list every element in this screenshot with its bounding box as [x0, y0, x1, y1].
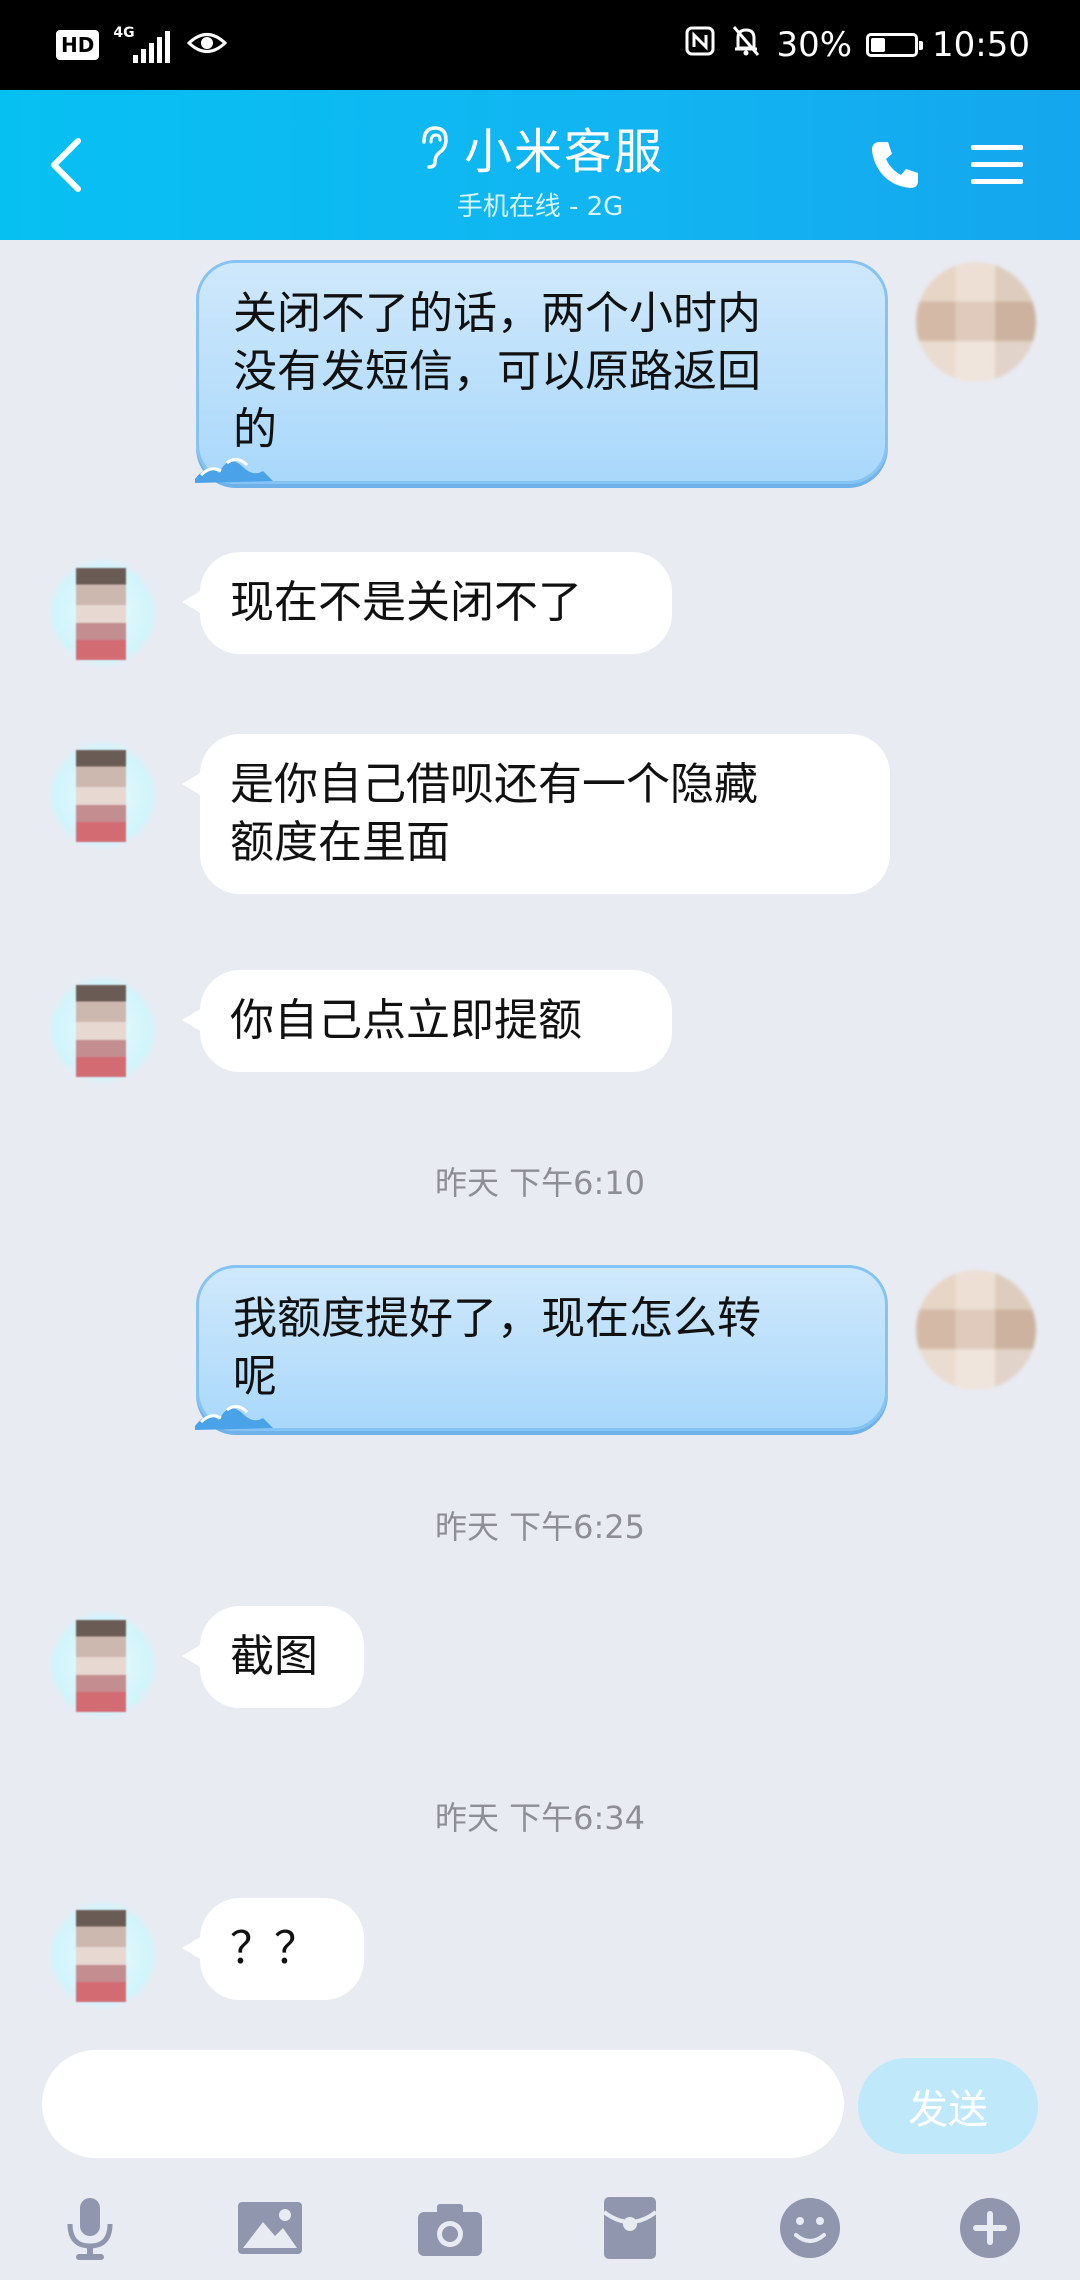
agent-avatar[interactable]	[48, 1900, 158, 2010]
message-line: 截图	[230, 1631, 318, 1682]
message-bubble-self[interactable]: 我额度提好了，现在怎么转 呢	[195, 1265, 888, 1431]
image-button[interactable]	[230, 2188, 310, 2268]
contact-name: 小米客服	[463, 124, 664, 180]
red-packet-icon	[602, 2197, 658, 2259]
voice-button[interactable]	[50, 2188, 130, 2268]
battery-level	[871, 38, 885, 52]
ear-icon	[422, 126, 448, 169]
nfc-icon	[684, 25, 716, 66]
input-toolbar	[0, 2170, 1080, 2280]
microphone-icon	[67, 2198, 113, 2260]
message-line: 呢	[233, 1351, 277, 1402]
agent-avatar[interactable]	[48, 975, 158, 1085]
battery-percent: 30%	[776, 25, 853, 65]
timestamp: 昨天 下午6:34	[434, 1799, 646, 1837]
message-bubble-self[interactable]: 关闭不了的话，两个小时内 没有发短信，可以原路返回 的	[195, 260, 888, 484]
send-button[interactable]: 发送	[858, 2058, 1038, 2154]
message-input[interactable]	[42, 2050, 844, 2158]
mute-bell-icon	[730, 24, 762, 67]
wave-decoration-icon	[195, 1405, 273, 1430]
image-icon	[238, 2202, 302, 2254]
message-bubble-agent[interactable]: ？？	[182, 1898, 364, 2000]
message-line: 现在不是关闭不了	[230, 577, 582, 628]
chat-header: 小米客服 手机在线 - 2G	[0, 90, 1080, 240]
message-line: 你自己点立即提额	[230, 995, 582, 1046]
message-line: ？？	[230, 1923, 318, 1974]
self-avatar[interactable]	[916, 262, 1036, 382]
message-line: 没有发短信，可以原路返回	[233, 346, 761, 397]
menu-icon	[971, 145, 1023, 184]
signal-icon: 4G	[113, 25, 173, 65]
emoji-button[interactable]	[770, 2188, 850, 2268]
message-bubble-agent[interactable]: 截图	[182, 1606, 364, 1708]
agent-avatar[interactable]	[48, 1610, 158, 1720]
message-line: 的	[233, 404, 277, 455]
status-bar: HD 4G 30% 10:50	[0, 0, 1080, 90]
battery-icon	[866, 33, 924, 57]
message-line: 我额度提好了，现在怎么转	[233, 1293, 761, 1344]
red-packet-button[interactable]	[590, 2188, 670, 2268]
emoji-icon	[780, 2198, 840, 2258]
timestamp: 昨天 下午6:10	[434, 1164, 646, 1202]
plus-icon	[960, 2198, 1020, 2258]
more-button[interactable]	[950, 2188, 1030, 2268]
chat-area[interactable]: 关闭不了的话，两个小时内 没有发短信，可以原路返回 的 现在不是关闭不了 是你自…	[0, 240, 1080, 2050]
clock: 10:50	[932, 25, 1030, 65]
call-button[interactable]	[862, 132, 928, 198]
camera-button[interactable]	[410, 2188, 490, 2268]
message-line: 关闭不了的话，两个小时内	[233, 288, 761, 339]
camera-icon	[418, 2204, 482, 2256]
self-avatar[interactable]	[916, 1270, 1036, 1390]
message-line: 额度在里面	[230, 817, 450, 868]
hd-badge: HD	[56, 30, 100, 60]
message-line: 是你自己借呗还有一个隐藏	[230, 759, 758, 810]
message-bubble-agent[interactable]: 现在不是关闭不了	[182, 552, 672, 654]
timestamp: 昨天 下午6:25	[434, 1508, 646, 1546]
agent-avatar[interactable]	[48, 558, 158, 668]
agent-avatar[interactable]	[48, 740, 158, 850]
phone-icon	[872, 142, 918, 188]
menu-button[interactable]	[962, 132, 1032, 198]
eye-icon	[187, 28, 228, 62]
message-bubble-agent[interactable]: 是你自己借呗还有一个隐藏 额度在里面	[182, 734, 890, 894]
wave-decoration-icon	[195, 458, 273, 483]
message-bubble-agent[interactable]: 你自己点立即提额	[182, 970, 672, 1072]
